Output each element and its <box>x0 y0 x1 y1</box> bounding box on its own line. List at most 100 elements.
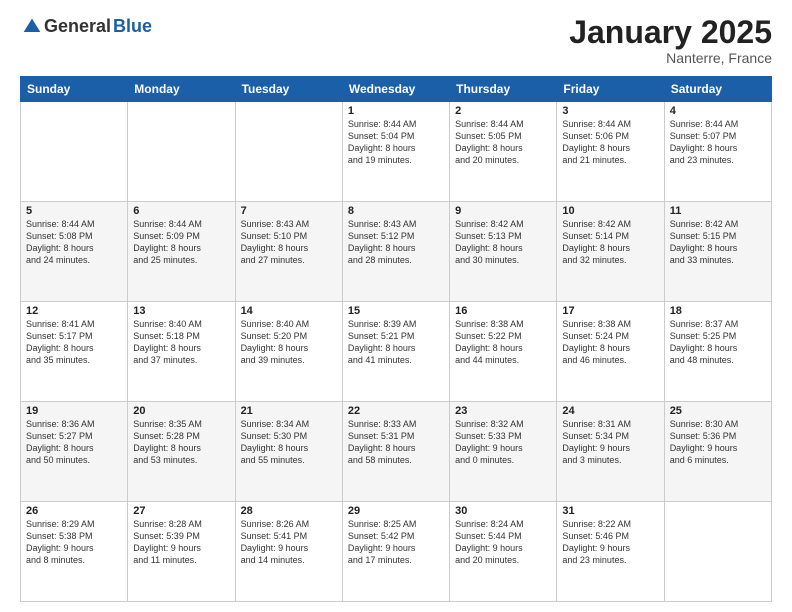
calendar-cell: 28Sunrise: 8:26 AM Sunset: 5:41 PM Dayli… <box>235 502 342 602</box>
day-number: 5 <box>26 205 122 217</box>
calendar-cell: 6Sunrise: 8:44 AM Sunset: 5:09 PM Daylig… <box>128 202 235 302</box>
day-info: Sunrise: 8:29 AM Sunset: 5:38 PM Dayligh… <box>26 518 122 567</box>
day-info: Sunrise: 8:26 AM Sunset: 5:41 PM Dayligh… <box>241 518 337 567</box>
calendar-cell: 8Sunrise: 8:43 AM Sunset: 5:12 PM Daylig… <box>342 202 449 302</box>
day-info: Sunrise: 8:40 AM Sunset: 5:20 PM Dayligh… <box>241 318 337 367</box>
month-title: January 2025 <box>569 16 772 48</box>
day-number: 8 <box>348 205 444 217</box>
day-number: 20 <box>133 405 229 417</box>
day-number: 30 <box>455 505 551 517</box>
day-number: 11 <box>670 205 766 217</box>
logo-general-text: General <box>44 16 111 37</box>
day-info: Sunrise: 8:44 AM Sunset: 5:08 PM Dayligh… <box>26 218 122 267</box>
day-info: Sunrise: 8:31 AM Sunset: 5:34 PM Dayligh… <box>562 418 658 467</box>
day-info: Sunrise: 8:44 AM Sunset: 5:04 PM Dayligh… <box>348 118 444 167</box>
day-number: 16 <box>455 305 551 317</box>
day-number: 1 <box>348 105 444 117</box>
logo-icon <box>22 17 42 37</box>
calendar-cell: 3Sunrise: 8:44 AM Sunset: 5:06 PM Daylig… <box>557 102 664 202</box>
day-number: 3 <box>562 105 658 117</box>
day-info: Sunrise: 8:37 AM Sunset: 5:25 PM Dayligh… <box>670 318 766 367</box>
calendar-cell: 2Sunrise: 8:44 AM Sunset: 5:05 PM Daylig… <box>450 102 557 202</box>
calendar-cell: 9Sunrise: 8:42 AM Sunset: 5:13 PM Daylig… <box>450 202 557 302</box>
day-info: Sunrise: 8:44 AM Sunset: 5:09 PM Dayligh… <box>133 218 229 267</box>
day-number: 18 <box>670 305 766 317</box>
day-number: 15 <box>348 305 444 317</box>
calendar-cell: 14Sunrise: 8:40 AM Sunset: 5:20 PM Dayli… <box>235 302 342 402</box>
day-info: Sunrise: 8:38 AM Sunset: 5:24 PM Dayligh… <box>562 318 658 367</box>
day-info: Sunrise: 8:42 AM Sunset: 5:15 PM Dayligh… <box>670 218 766 267</box>
day-info: Sunrise: 8:25 AM Sunset: 5:42 PM Dayligh… <box>348 518 444 567</box>
col-friday: Friday <box>557 77 664 102</box>
day-info: Sunrise: 8:40 AM Sunset: 5:18 PM Dayligh… <box>133 318 229 367</box>
calendar-cell: 27Sunrise: 8:28 AM Sunset: 5:39 PM Dayli… <box>128 502 235 602</box>
calendar-cell: 21Sunrise: 8:34 AM Sunset: 5:30 PM Dayli… <box>235 402 342 502</box>
day-number: 4 <box>670 105 766 117</box>
calendar-cell <box>664 502 771 602</box>
day-info: Sunrise: 8:22 AM Sunset: 5:46 PM Dayligh… <box>562 518 658 567</box>
day-info: Sunrise: 8:32 AM Sunset: 5:33 PM Dayligh… <box>455 418 551 467</box>
day-info: Sunrise: 8:43 AM Sunset: 5:10 PM Dayligh… <box>241 218 337 267</box>
day-number: 17 <box>562 305 658 317</box>
calendar-cell: 25Sunrise: 8:30 AM Sunset: 5:36 PM Dayli… <box>664 402 771 502</box>
calendar-cell: 26Sunrise: 8:29 AM Sunset: 5:38 PM Dayli… <box>21 502 128 602</box>
day-info: Sunrise: 8:35 AM Sunset: 5:28 PM Dayligh… <box>133 418 229 467</box>
calendar-cell: 17Sunrise: 8:38 AM Sunset: 5:24 PM Dayli… <box>557 302 664 402</box>
calendar-cell: 19Sunrise: 8:36 AM Sunset: 5:27 PM Dayli… <box>21 402 128 502</box>
day-number: 13 <box>133 305 229 317</box>
day-number: 22 <box>348 405 444 417</box>
day-info: Sunrise: 8:33 AM Sunset: 5:31 PM Dayligh… <box>348 418 444 467</box>
calendar-cell: 12Sunrise: 8:41 AM Sunset: 5:17 PM Dayli… <box>21 302 128 402</box>
day-number: 28 <box>241 505 337 517</box>
calendar: Sunday Monday Tuesday Wednesday Thursday… <box>20 76 772 602</box>
header: General Blue January 2025 Nanterre, Fran… <box>20 16 772 66</box>
calendar-cell: 29Sunrise: 8:25 AM Sunset: 5:42 PM Dayli… <box>342 502 449 602</box>
day-info: Sunrise: 8:41 AM Sunset: 5:17 PM Dayligh… <box>26 318 122 367</box>
logo: General Blue <box>20 16 152 37</box>
calendar-cell: 24Sunrise: 8:31 AM Sunset: 5:34 PM Dayli… <box>557 402 664 502</box>
day-number: 12 <box>26 305 122 317</box>
day-info: Sunrise: 8:30 AM Sunset: 5:36 PM Dayligh… <box>670 418 766 467</box>
week-row-3: 19Sunrise: 8:36 AM Sunset: 5:27 PM Dayli… <box>21 402 772 502</box>
day-info: Sunrise: 8:24 AM Sunset: 5:44 PM Dayligh… <box>455 518 551 567</box>
col-sunday: Sunday <box>21 77 128 102</box>
calendar-cell: 20Sunrise: 8:35 AM Sunset: 5:28 PM Dayli… <box>128 402 235 502</box>
calendar-header-row: Sunday Monday Tuesday Wednesday Thursday… <box>21 77 772 102</box>
day-info: Sunrise: 8:36 AM Sunset: 5:27 PM Dayligh… <box>26 418 122 467</box>
col-monday: Monday <box>128 77 235 102</box>
calendar-cell <box>128 102 235 202</box>
calendar-cell: 31Sunrise: 8:22 AM Sunset: 5:46 PM Dayli… <box>557 502 664 602</box>
day-info: Sunrise: 8:42 AM Sunset: 5:14 PM Dayligh… <box>562 218 658 267</box>
calendar-cell: 4Sunrise: 8:44 AM Sunset: 5:07 PM Daylig… <box>664 102 771 202</box>
day-info: Sunrise: 8:43 AM Sunset: 5:12 PM Dayligh… <box>348 218 444 267</box>
day-number: 21 <box>241 405 337 417</box>
day-info: Sunrise: 8:28 AM Sunset: 5:39 PM Dayligh… <box>133 518 229 567</box>
title-area: January 2025 Nanterre, France <box>569 16 772 66</box>
col-tuesday: Tuesday <box>235 77 342 102</box>
calendar-cell: 11Sunrise: 8:42 AM Sunset: 5:15 PM Dayli… <box>664 202 771 302</box>
day-number: 27 <box>133 505 229 517</box>
day-number: 10 <box>562 205 658 217</box>
day-info: Sunrise: 8:39 AM Sunset: 5:21 PM Dayligh… <box>348 318 444 367</box>
day-info: Sunrise: 8:38 AM Sunset: 5:22 PM Dayligh… <box>455 318 551 367</box>
day-info: Sunrise: 8:42 AM Sunset: 5:13 PM Dayligh… <box>455 218 551 267</box>
day-number: 29 <box>348 505 444 517</box>
location-subtitle: Nanterre, France <box>569 50 772 66</box>
day-info: Sunrise: 8:44 AM Sunset: 5:07 PM Dayligh… <box>670 118 766 167</box>
calendar-cell: 5Sunrise: 8:44 AM Sunset: 5:08 PM Daylig… <box>21 202 128 302</box>
day-number: 2 <box>455 105 551 117</box>
calendar-cell: 18Sunrise: 8:37 AM Sunset: 5:25 PM Dayli… <box>664 302 771 402</box>
calendar-cell <box>21 102 128 202</box>
day-number: 25 <box>670 405 766 417</box>
day-number: 26 <box>26 505 122 517</box>
calendar-cell: 10Sunrise: 8:42 AM Sunset: 5:14 PM Dayli… <box>557 202 664 302</box>
day-number: 9 <box>455 205 551 217</box>
calendar-cell: 15Sunrise: 8:39 AM Sunset: 5:21 PM Dayli… <box>342 302 449 402</box>
week-row-0: 1Sunrise: 8:44 AM Sunset: 5:04 PM Daylig… <box>21 102 772 202</box>
page: General Blue January 2025 Nanterre, Fran… <box>0 0 792 612</box>
day-number: 7 <box>241 205 337 217</box>
week-row-2: 12Sunrise: 8:41 AM Sunset: 5:17 PM Dayli… <box>21 302 772 402</box>
calendar-cell: 30Sunrise: 8:24 AM Sunset: 5:44 PM Dayli… <box>450 502 557 602</box>
calendar-cell: 22Sunrise: 8:33 AM Sunset: 5:31 PM Dayli… <box>342 402 449 502</box>
calendar-cell: 13Sunrise: 8:40 AM Sunset: 5:18 PM Dayli… <box>128 302 235 402</box>
